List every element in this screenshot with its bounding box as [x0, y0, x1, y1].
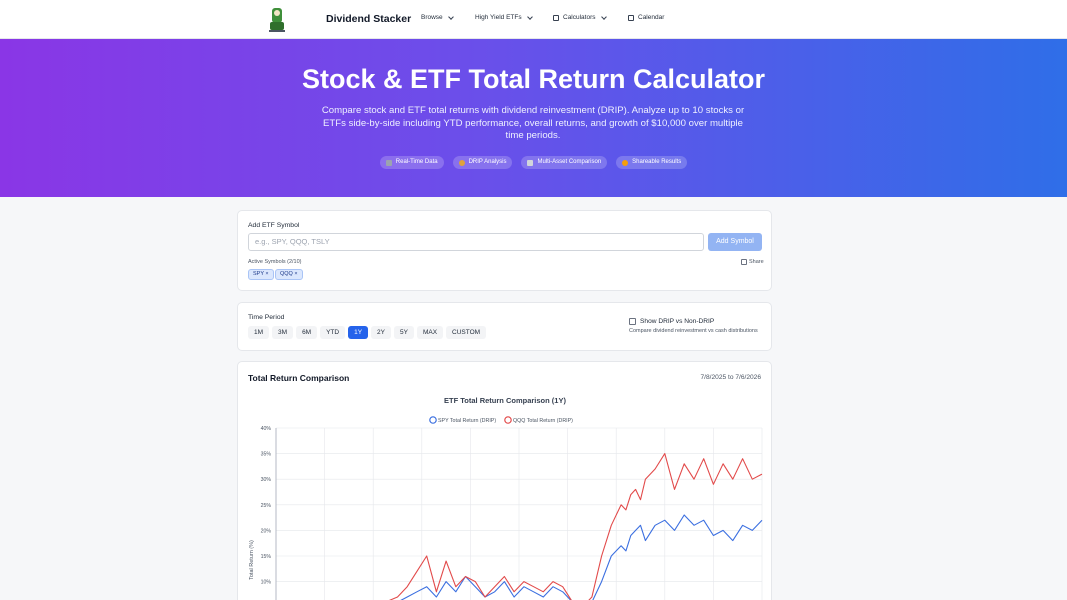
drip-checkbox[interactable] [629, 318, 636, 325]
y-tick-label: 35% [261, 452, 272, 458]
add-symbol-button[interactable]: Add Symbol [708, 233, 762, 251]
period-buttons: 1M 3M 6M YTD 1Y 2Y 5Y MAX CUSTOM [248, 326, 487, 339]
top-navbar: Dividend Stacker Browse High Yield ETFs … [0, 0, 1067, 39]
drip-toggle-label: Show DRIP vs Non-DRIP [640, 318, 715, 325]
drip-help-text: Compare dividend reinvestment vs cash di… [629, 328, 758, 334]
chart-grid [275, 427, 763, 600]
chevron-down-icon [600, 13, 607, 20]
rocket-icon [622, 159, 629, 166]
period-3m[interactable]: 3M [272, 326, 294, 339]
total-return-chart: ETF Total Return Comparison (1Y) SPY Tot… [249, 396, 763, 600]
chevron-down-icon [526, 13, 533, 20]
badge-drip-analysis: DRIP Analysis [452, 156, 513, 169]
hero-description: Compare stock and ETF total returns with… [321, 105, 745, 141]
legend-label: QQQ Total Return (DRIP) [513, 418, 573, 424]
badge-label: Shareable Results [632, 159, 682, 165]
badge-label: Real-Time Data [395, 159, 438, 165]
nav-calculators[interactable]: Calculators [553, 13, 607, 21]
badge-label: Multi-Asset Comparison [537, 159, 602, 165]
nav-browse-label: Browse [421, 14, 443, 21]
chart-card-heading: Total Return Comparison [248, 373, 350, 383]
period-ytd[interactable]: YTD [320, 326, 346, 339]
chart-title: ETF Total Return Comparison (1Y) [444, 396, 566, 405]
nav-high-yield-etfs[interactable]: High Yield ETFs [475, 13, 533, 21]
y-tick-label: 40% [261, 426, 272, 432]
nav-browse[interactable]: Browse [421, 13, 454, 21]
y-tick-label: 30% [261, 477, 272, 483]
period-1y[interactable]: 1Y [348, 326, 369, 339]
trend-icon [527, 159, 534, 166]
period-5y[interactable]: 5Y [394, 326, 414, 339]
drip-toggle[interactable]: Show DRIP vs Non-DRIP [629, 318, 714, 325]
logo-icon[interactable] [266, 6, 288, 33]
feature-badges: Real-Time Data DRIP Analysis Multi-Asset… [0, 156, 1067, 169]
y-tick-label: 20% [261, 528, 272, 534]
time-period-label: Time Period [248, 314, 285, 321]
period-max[interactable]: MAX [416, 326, 444, 339]
period-1m[interactable]: 1M [248, 326, 270, 339]
share-label: Share [749, 259, 764, 265]
symbol-chip-spy[interactable]: SPY × [248, 269, 274, 280]
share-icon [741, 259, 747, 265]
period-6m[interactable]: 6M [296, 326, 318, 339]
share-button[interactable]: Share [741, 259, 764, 265]
add-symbol-label: Add ETF Symbol [248, 222, 300, 229]
period-2y[interactable]: 2Y [371, 326, 391, 339]
hero-banner: Stock & ETF Total Return Calculator Comp… [0, 39, 1067, 197]
y-tick-label: 25% [261, 503, 272, 509]
chart-date-range: 7/8/2025 to 7/6/2026 [700, 374, 762, 381]
chart-legend: SPY Total Return (DRIP) QQQ Total Return … [429, 416, 573, 424]
nav-calculators-label: Calculators [563, 14, 596, 21]
chevron-down-icon [447, 13, 454, 20]
badge-shareable-results: Shareable Results [616, 156, 688, 169]
legend-marker [429, 416, 437, 424]
time-period-card: Time Period 1M 3M 6M YTD 1Y 2Y 5Y MAX CU… [237, 302, 772, 351]
badge-label: DRIP Analysis [468, 159, 507, 165]
add-symbol-card: Add ETF Symbol e.g., SPY, QQQ, TSLY Add … [237, 210, 772, 291]
y-tick-label: 15% [261, 554, 272, 560]
page-title: Stock & ETF Total Return Calculator [301, 64, 766, 94]
legend-label: SPY Total Return (DRIP) [438, 418, 496, 424]
brand-name[interactable]: Dividend Stacker [326, 13, 411, 25]
chart-icon [385, 159, 392, 166]
money-bag-icon [458, 159, 465, 166]
calendar-icon [628, 14, 634, 21]
legend-marker [504, 416, 512, 424]
badge-real-time-data: Real-Time Data [379, 156, 444, 169]
y-axis-label: Total Return (%) [249, 540, 255, 580]
badge-multi-asset: Multi-Asset Comparison [521, 156, 608, 169]
y-tick-label: 10% [261, 580, 272, 586]
nav-calendar[interactable]: Calendar [628, 14, 664, 21]
active-symbols-label: Active Symbols (2/10) [248, 259, 302, 265]
total-return-card: Total Return Comparison 7/8/2025 to 7/6/… [237, 361, 772, 600]
nav-high-yield-label: High Yield ETFs [475, 14, 522, 21]
period-custom[interactable]: CUSTOM [446, 326, 487, 339]
nav-calendar-label: Calendar [638, 14, 665, 21]
symbol-chip-qqq[interactable]: QQQ × [275, 269, 303, 280]
calculator-icon [553, 14, 559, 21]
symbol-input[interactable]: e.g., SPY, QQQ, TSLY [248, 233, 704, 251]
y-axis-ticks: 40% 35% 30% 25% 20% 15% 10% [261, 426, 272, 586]
